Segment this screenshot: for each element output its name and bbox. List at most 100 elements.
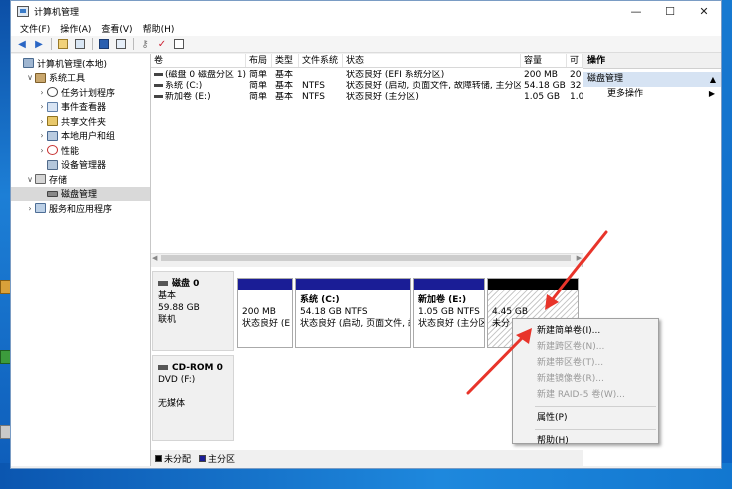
volume-row[interactable]: 系统 (C:) 简单 基本 NTFS 状态良好 (启动, 页面文件, 故障转储, 主分区… bbox=[151, 81, 583, 92]
cell-volume: 新加卷 (E:) bbox=[151, 92, 246, 103]
tree-root[interactable]: 计算机管理(本地) bbox=[11, 56, 150, 71]
volume-name: 系统 (C:) bbox=[165, 81, 203, 91]
column-header-layout[interactable]: 布局 bbox=[246, 54, 272, 67]
cdrom-0-label[interactable]: CD-ROM 0 DVD (F:) 无媒体 bbox=[152, 355, 234, 441]
maximize-button[interactable]: ☐ bbox=[653, 1, 687, 21]
partition-title: 新加卷 (E:) bbox=[418, 295, 467, 305]
disk-icon bbox=[158, 281, 168, 286]
partition-size: 200 MB bbox=[242, 307, 276, 317]
disk-management-icon bbox=[47, 190, 58, 197]
help-icon[interactable] bbox=[97, 38, 111, 51]
tree-item-label: 共享文件夹 bbox=[61, 117, 107, 128]
actions-section-disk-management[interactable]: 磁盘管理 ▲ bbox=[583, 72, 721, 87]
cell-status: 状态良好 (启动, 页面文件, 故障转储, 主分区) bbox=[346, 81, 521, 91]
volume-name: 新加卷 (E:) bbox=[165, 92, 211, 102]
folder-icon[interactable] bbox=[56, 38, 70, 51]
check-icon[interactable]: ✓ bbox=[155, 38, 169, 51]
expanded-chevron-icon[interactable]: ∨ bbox=[25, 175, 35, 184]
column-header-free[interactable]: 可 bbox=[567, 54, 583, 67]
column-header-capacity[interactable]: 容量 bbox=[521, 54, 567, 67]
view-icon[interactable] bbox=[73, 38, 87, 51]
column-header-volume[interactable]: 卷 bbox=[151, 54, 246, 67]
minimize-button[interactable]: — bbox=[619, 1, 653, 21]
scroll-left-icon[interactable]: ◀ bbox=[152, 254, 157, 262]
tree-disk-management[interactable]: 磁盘管理 bbox=[11, 186, 150, 201]
volume-list: 卷 布局 类型 文件系统 状态 容量 可 (磁盘 0 磁盘分区 1) 简单 基本 状态… bbox=[151, 54, 583, 262]
services-apps-icon bbox=[35, 203, 46, 214]
collapsed-chevron-icon[interactable]: › bbox=[37, 131, 47, 140]
partition-new-e[interactable]: 新加卷 (E:) 1.05 GB NTFS 状态良好 (主分区 bbox=[413, 278, 485, 348]
tree-services-apps[interactable]: › 服务和应用程序 bbox=[11, 201, 150, 216]
context-menu: 新建简单卷(I)... 新建跨区卷(N)... 新建带区卷(T)... 新建镜像卷(R… bbox=[512, 318, 659, 446]
partition-size: 4.45 GB bbox=[492, 307, 529, 317]
computer-management-icon bbox=[17, 5, 29, 17]
partition-size: 54.18 GB NTFS bbox=[300, 307, 368, 317]
column-header-type[interactable]: 类型 bbox=[272, 54, 299, 67]
view2-icon[interactable] bbox=[114, 38, 128, 51]
cell-layout: 简单 bbox=[249, 92, 268, 102]
forward-icon[interactable]: ▶ bbox=[32, 38, 46, 51]
scrollbar-thumb[interactable] bbox=[161, 255, 571, 261]
device-manager-icon bbox=[47, 159, 58, 170]
title-bar[interactable]: 计算机管理 — ☐ ✕ bbox=[11, 1, 721, 21]
column-header-filesystem[interactable]: 文件系统 bbox=[299, 54, 343, 67]
collapsed-chevron-icon[interactable]: › bbox=[25, 204, 35, 213]
context-menu-item[interactable]: 帮助(H) bbox=[513, 433, 658, 449]
menu-help[interactable]: 帮助(H) bbox=[138, 22, 180, 35]
tree-shared-folders[interactable]: › 共享文件夹 bbox=[11, 114, 150, 129]
collapsed-chevron-icon[interactable]: › bbox=[37, 88, 47, 97]
menu-action[interactable]: 操作(A) bbox=[55, 22, 96, 35]
root-icon bbox=[23, 58, 34, 69]
menu-view[interactable]: 查看(V) bbox=[96, 22, 137, 35]
toolbar-separator bbox=[51, 38, 52, 50]
volume-row[interactable]: (磁盘 0 磁盘分区 1) 简单 基本 状态良好 (EFI 系统分区) 200 MB 20 bbox=[151, 70, 583, 81]
expanded-chevron-icon[interactable]: ∨ bbox=[25, 73, 35, 82]
back-icon[interactable]: ◀ bbox=[15, 38, 29, 51]
toolbar-separator bbox=[92, 38, 93, 50]
tree-task-scheduler[interactable]: › 任务计划程序 bbox=[11, 85, 150, 100]
toolbar-separator bbox=[133, 38, 134, 50]
drive-icon bbox=[154, 73, 163, 76]
doc-icon[interactable] bbox=[172, 38, 186, 51]
scroll-right-icon[interactable]: ▶ bbox=[577, 254, 582, 262]
cdrom-type: DVD (F:) bbox=[158, 375, 196, 385]
more-actions-item[interactable]: 更多操作 ▶ bbox=[583, 87, 721, 101]
collapsed-chevron-icon[interactable]: › bbox=[37, 102, 47, 111]
column-header-status[interactable]: 状态 bbox=[343, 54, 521, 67]
legend: 未分配 主分区 bbox=[151, 450, 583, 466]
legend-swatch-unallocated bbox=[155, 454, 162, 462]
collapsed-chevron-icon[interactable]: › bbox=[37, 146, 47, 155]
partition-efi[interactable]: 200 MB 状态良好 (E bbox=[237, 278, 293, 348]
tree-system-tools[interactable]: ∨ 系统工具 bbox=[11, 71, 150, 86]
horizontal-scrollbar[interactable]: ◀ ▶ bbox=[151, 253, 583, 262]
tree-item-label: 存储 bbox=[49, 175, 68, 186]
partition-system-c[interactable]: 系统 (C:) 54.18 GB NTFS 状态良好 (启动, 页面文件, 故 bbox=[295, 278, 411, 348]
tree-performance[interactable]: › 性能 bbox=[11, 143, 150, 158]
volume-row[interactable]: 新加卷 (E:) 简单 基本 NTFS 状态良好 (主分区) 1.05 GB 1.0 bbox=[151, 92, 583, 103]
context-menu-item[interactable]: 新建简单卷(I)... bbox=[513, 323, 658, 339]
cell-type: 基本 bbox=[275, 70, 294, 80]
volume-name: (磁盘 0 磁盘分区 1) bbox=[165, 70, 246, 80]
menu-file[interactable]: 文件(F) bbox=[15, 22, 55, 35]
close-button[interactable]: ✕ bbox=[687, 1, 721, 21]
tree-item-label: 性能 bbox=[61, 146, 80, 157]
collapsed-chevron-icon[interactable]: › bbox=[37, 117, 47, 126]
tree-local-users[interactable]: › 本地用户和组 bbox=[11, 129, 150, 144]
key-icon[interactable]: ⚷ bbox=[138, 38, 152, 51]
tree-device-manager[interactable]: 设备管理器 bbox=[11, 158, 150, 173]
tree-item-label: 系统工具 bbox=[49, 74, 86, 85]
collapse-icon[interactable]: ▲ bbox=[710, 72, 716, 87]
drive-icon bbox=[154, 95, 163, 98]
context-menu-item[interactable]: 属性(P) bbox=[513, 410, 658, 426]
tree-event-viewer[interactable]: › 事件查看器 bbox=[11, 100, 150, 115]
partition-title bbox=[242, 294, 292, 306]
storage-icon bbox=[35, 174, 46, 185]
shared-folders-icon bbox=[47, 116, 58, 127]
tree-storage[interactable]: ∨ 存储 bbox=[11, 172, 150, 187]
volume-rows: (磁盘 0 磁盘分区 1) 简单 基本 状态良好 (EFI 系统分区) 200 MB 20… bbox=[151, 70, 583, 103]
cell-capacity: 1.05 GB bbox=[524, 92, 561, 102]
menu-separator bbox=[535, 429, 656, 430]
cell-layout: 简单 bbox=[249, 81, 268, 91]
disk-0-label[interactable]: 磁盘 0 基本 59.88 GB 联机 bbox=[152, 271, 234, 351]
unallocated-bar bbox=[488, 279, 578, 290]
